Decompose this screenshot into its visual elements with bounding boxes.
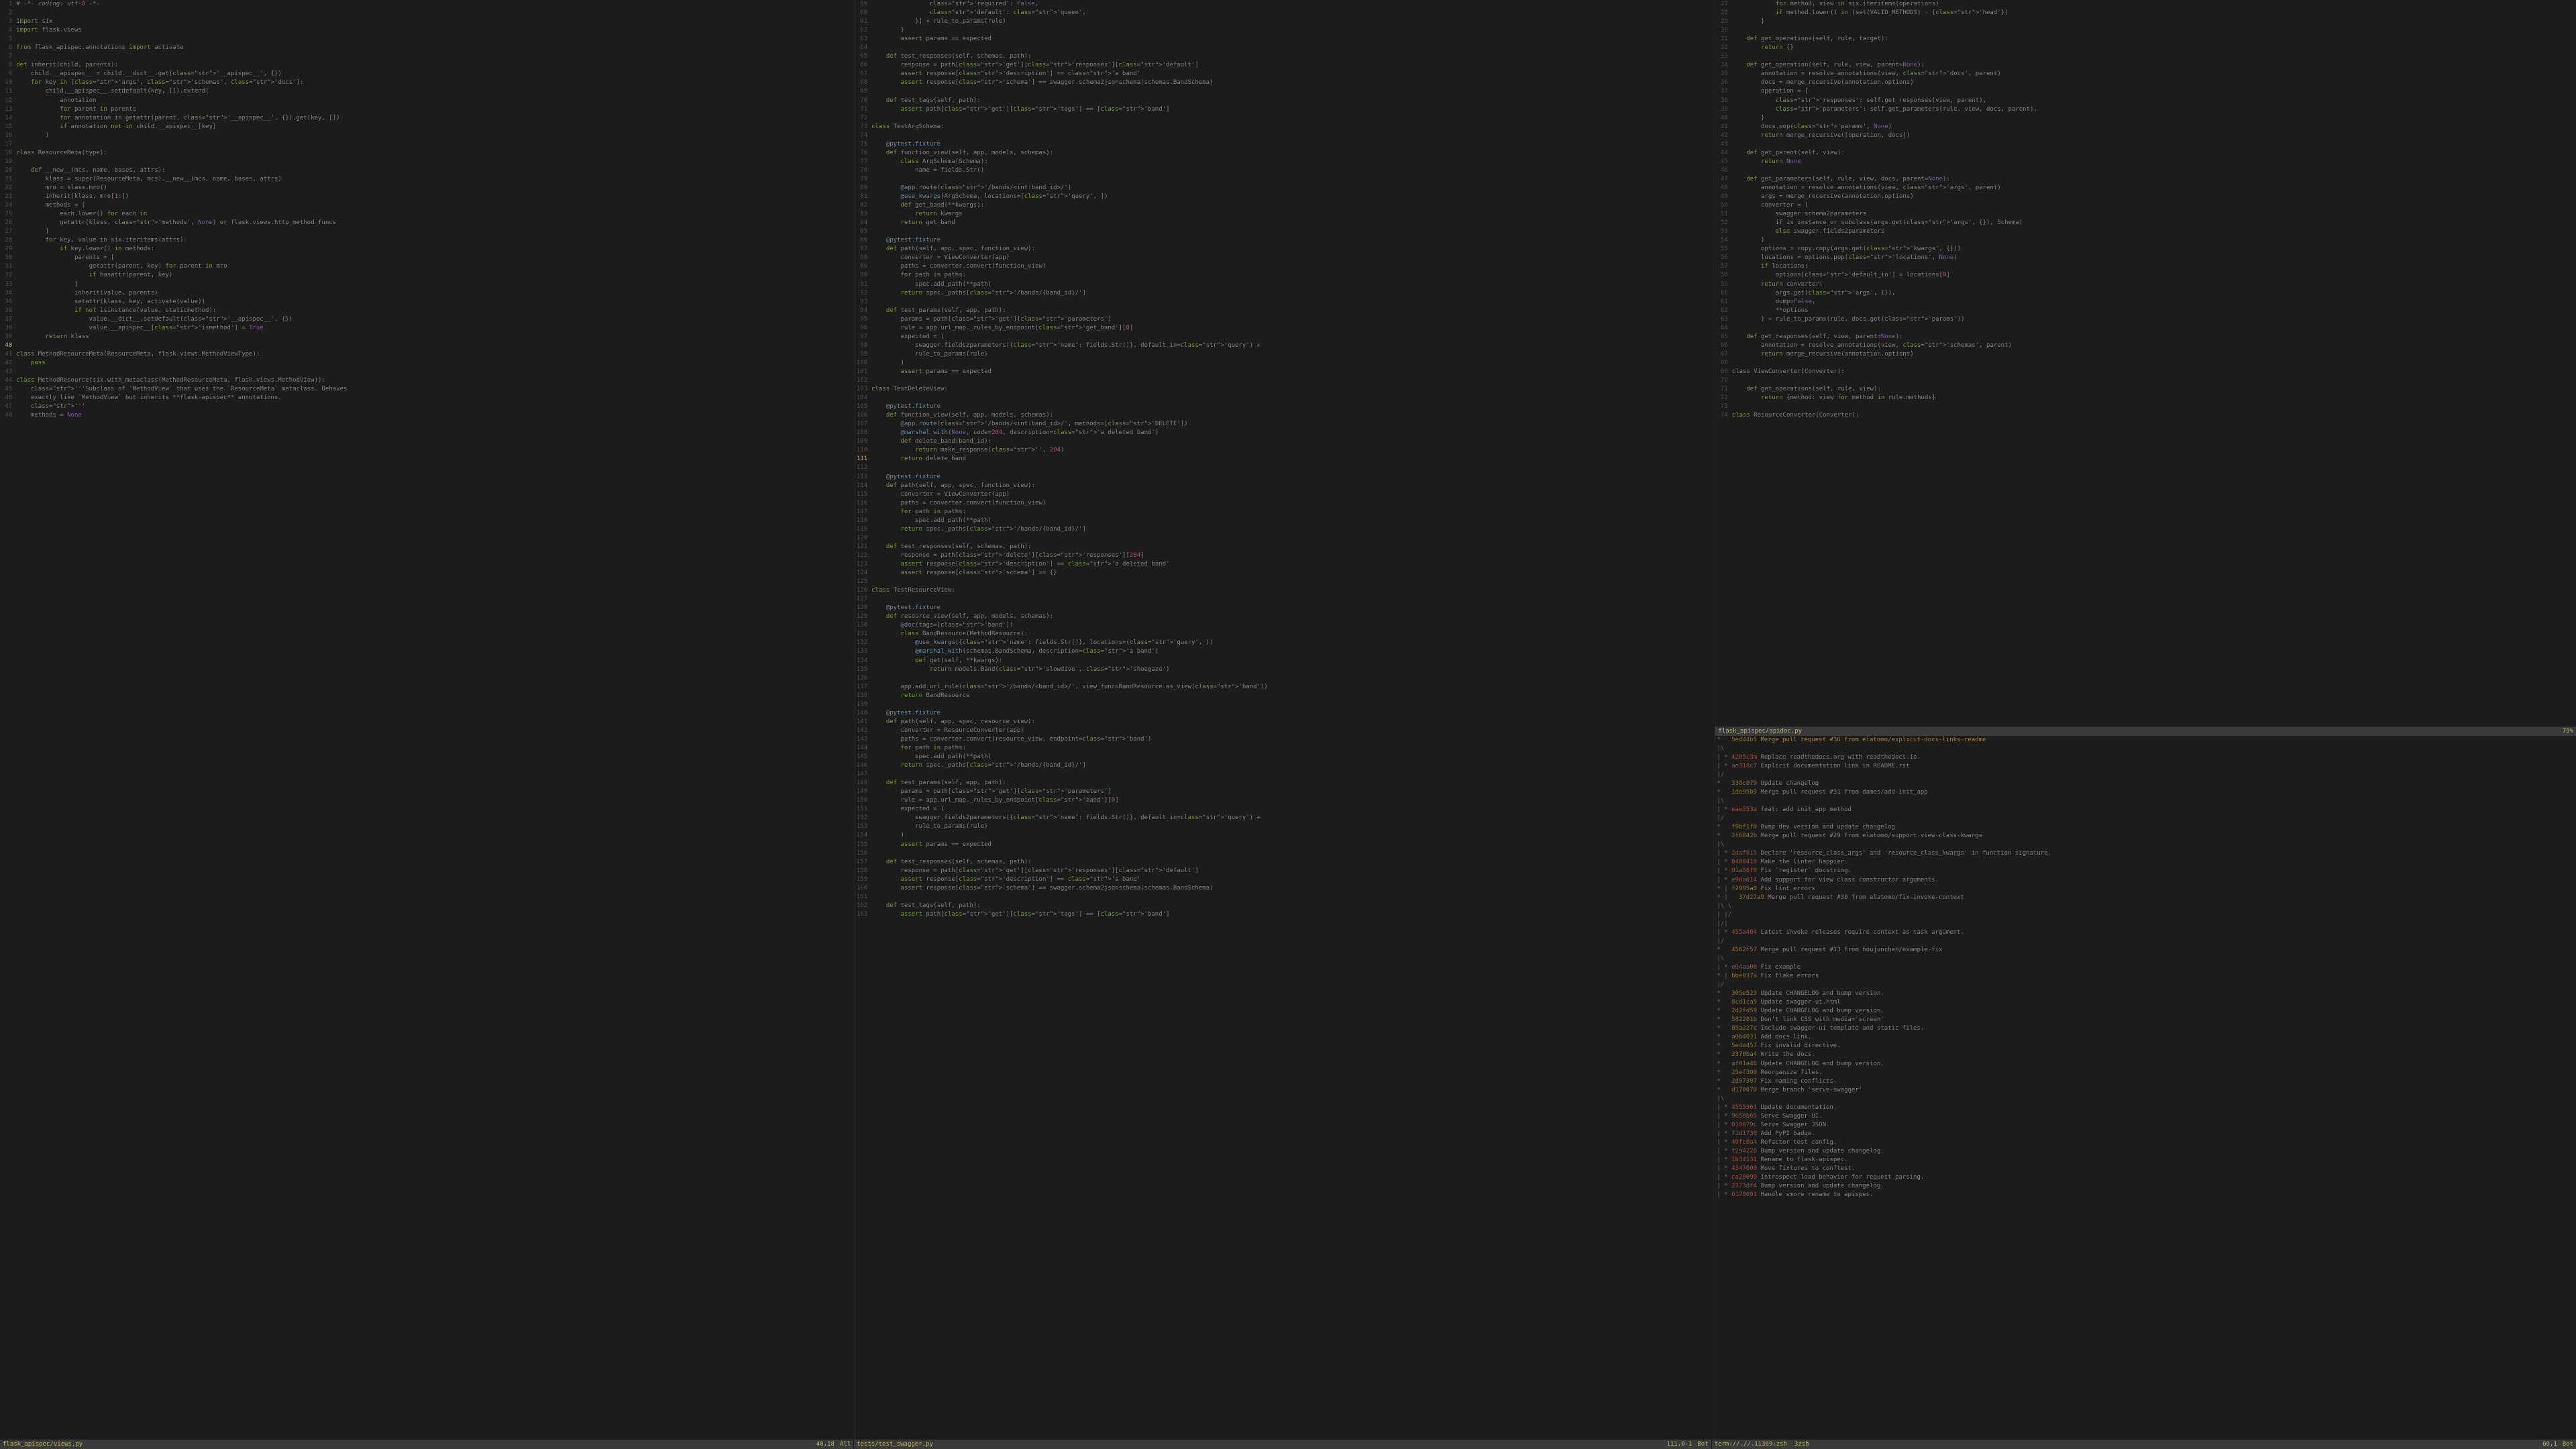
status-mid-pos: 111,0-1 [1664,1440,1695,1449]
gutter-left: 1 2 3 4 5 6 7 8 9 10 11 12 13 14 15 16 1… [0,0,16,1440]
git-log-header: flask_apispec/apidoc.py 79% [1715,727,2576,736]
statusbar: flask_apispec/views.py 40,18 All tests/t… [0,1440,2576,1449]
pane-right-top[interactable]: 27 28 29 30 31 32 33 34 35 36 37 38 39 4… [1715,0,2576,727]
git-log-path: flask_apispec/apidoc.py [1718,727,1802,736]
status-mid-mode: Bot [1695,1440,1711,1449]
editor-split-container: 1 2 3 4 5 6 7 8 9 10 11 12 13 14 15 16 1… [0,0,2576,1440]
status-left-pos: 40,18 [814,1440,837,1449]
pane-right: 27 28 29 30 31 32 33 34 35 36 37 38 39 4… [1715,0,2576,1440]
status-right-pos: 60,1 [2540,1440,2560,1449]
pane-middle[interactable]: 59 60 61 62 63 64 65 66 67 68 69 70 71 7… [855,0,1716,1440]
code-right-top[interactable]: for method, view in six.iteritems(operat… [1732,0,2576,727]
status-left-mode: All [837,1440,853,1449]
status-right-mode: Bot [2560,1440,2576,1449]
gutter-right-top: 27 28 29 30 31 32 33 34 35 36 37 38 39 4… [1715,0,1731,727]
status-left-file: flask_apispec/views.py [0,1440,85,1449]
git-log-body[interactable]: * 5ed44b5 Merge pull request #36 from el… [1715,736,2576,1440]
status-right-file: term://.//.11369:zsh 3zsh [1712,1440,1812,1449]
code-left[interactable]: # -*- coding: utf-8 -*- import six impor… [16,0,855,1440]
git-log-pct: 79% [2563,727,2573,736]
code-mid[interactable]: class="str">'required': False, class="st… [871,0,1715,1440]
pane-left[interactable]: 1 2 3 4 5 6 7 8 9 10 11 12 13 14 15 16 1… [0,0,855,1440]
pane-right-bottom[interactable]: flask_apispec/apidoc.py 79% * 5ed44b5 Me… [1715,727,2576,1440]
gutter-mid: 59 60 61 62 63 64 65 66 67 68 69 70 71 7… [855,0,871,1440]
status-mid-file: tests/test_swagger.py [854,1440,936,1449]
